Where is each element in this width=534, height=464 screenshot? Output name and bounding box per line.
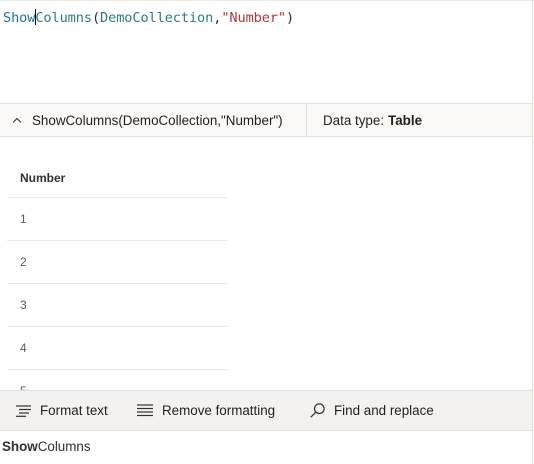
data-type-value: Table <box>388 112 423 128</box>
formula-string-arg: "Number" <box>221 10 286 26</box>
find-replace-label: Find and replace <box>334 403 434 418</box>
find-replace-button[interactable]: Find and replace <box>310 391 434 430</box>
remove-formatting-icon <box>137 404 153 417</box>
collapse-results-toggle[interactable]: ShowColumns(DemoCollection,"Number") <box>0 104 306 136</box>
result-expression: ShowColumns(DemoCollection,"Number") <box>32 112 283 128</box>
formula-text[interactable]: ShowColumns(DemoCollection,"Number") <box>3 9 294 26</box>
data-type-label: Data type: <box>323 112 385 128</box>
column-header-number[interactable]: Number <box>7 155 227 198</box>
table-row: 1 <box>7 198 227 241</box>
hint-rest-text: Columns <box>37 439 91 454</box>
function-hint: ShowColumns <box>0 431 532 464</box>
format-text-label: Format text <box>40 403 108 418</box>
table-row: 3 <box>7 284 227 327</box>
table-row: 4 <box>7 327 227 370</box>
format-text-button[interactable]: Format text <box>16 391 108 430</box>
formula-function-suffix: Columns <box>35 10 92 26</box>
results-table: Number 1 2 3 4 5 <box>7 155 227 390</box>
table-row: 5 <box>7 370 227 390</box>
format-text-icon <box>16 404 31 417</box>
result-header-bar: ShowColumns(DemoCollection,"Number") Dat… <box>0 103 532 137</box>
hint-matched-text: Show <box>2 439 38 454</box>
data-type-indicator: Data type: Table <box>323 104 422 136</box>
chevron-up-icon[interactable] <box>10 113 24 127</box>
formula-editor[interactable]: ShowColumns(DemoCollection,"Number") <box>0 0 532 103</box>
results-area[interactable]: Number 1 2 3 4 5 <box>0 137 532 390</box>
formula-toolbar: Format text Remove formatting Find and r… <box>0 390 532 431</box>
function-signature-hint: ShowColumns <box>2 439 91 454</box>
search-icon <box>310 403 325 418</box>
formula-open-paren: ( <box>91 10 101 26</box>
header-divider <box>306 104 307 136</box>
formula-collection-arg: DemoCollection <box>100 10 214 26</box>
remove-formatting-label: Remove formatting <box>162 403 276 418</box>
right-border <box>532 0 533 464</box>
formula-function-prefix: Show <box>3 10 36 26</box>
formula-close-paren: ) <box>286 10 295 26</box>
remove-formatting-button[interactable]: Remove formatting <box>137 391 275 430</box>
table-row: 2 <box>7 241 227 284</box>
